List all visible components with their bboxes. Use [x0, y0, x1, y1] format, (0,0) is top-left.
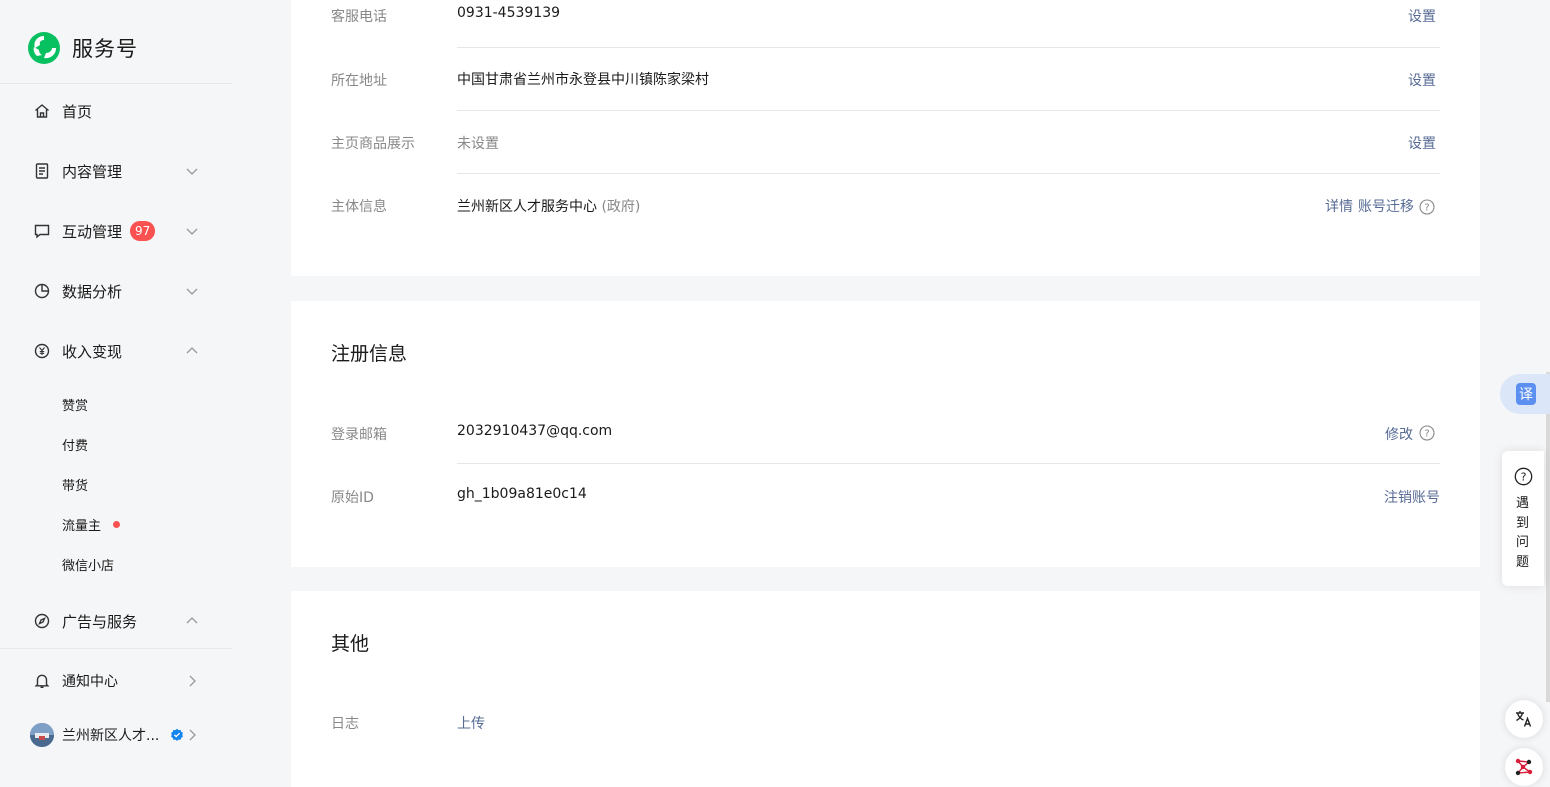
row-divider [457, 173, 1440, 174]
upload-log-link[interactable]: 上传 [457, 713, 485, 733]
brand-divider [0, 83, 232, 84]
translate-tool-button[interactable] [1505, 700, 1543, 738]
brand-name: 服务号 [72, 37, 138, 61]
bell-icon [34, 674, 50, 688]
svg-text:?: ? [1521, 471, 1527, 484]
original-id-value: gh_1b09a81e0c14 [457, 486, 587, 502]
chevron-down-icon [186, 168, 198, 175]
svg-text:?: ? [1424, 203, 1429, 214]
help-panel-text: 遇到问题 [1516, 496, 1530, 570]
app-root: 服务号 首页 内容管理 互动管理 97 数据分析 收入变现 赞赏 付费 带货 流… [0, 0, 1550, 787]
new-dot-badge [113, 520, 120, 528]
sidebar-item-ads[interactable]: 广告与服务 [0, 601, 232, 641]
sidebar-item-data[interactable]: 数据分析 [0, 271, 232, 311]
sidebar-subitem-selling[interactable]: 带货 [0, 469, 232, 499]
scrollbar[interactable] [1546, 372, 1550, 702]
verified-badge-icon [171, 728, 183, 741]
sidebar-subitem-label: 付费 [62, 438, 89, 454]
row-label-original-id: 原始ID [331, 490, 374, 506]
sidebar-subitem-reward[interactable]: 赞赏 [0, 389, 232, 419]
sidebar-subitem-label: 微信小店 [62, 558, 115, 574]
entity-detail-link[interactable]: 详情 [1325, 196, 1353, 216]
modify-email-link[interactable]: 修改 [1385, 424, 1413, 444]
sidebar-item-label: 广告与服务 [62, 612, 138, 631]
chevron-down-icon [186, 288, 198, 295]
sidebar-subitem-label: 流量主 [62, 518, 102, 534]
avatar-image-icon [30, 723, 54, 747]
assistant-tool-button[interactable] [1505, 748, 1543, 786]
other-title: 其他 [331, 633, 370, 655]
wechat-service-logo-icon [28, 32, 60, 64]
translate-icon [1516, 711, 1532, 727]
translate-button[interactable]: 译 [1516, 383, 1536, 405]
svg-text:?: ? [1424, 429, 1429, 440]
account-name: 兰州新区人才... [62, 728, 160, 744]
entity-name: 兰州新区人才服务中心 [457, 199, 597, 215]
address-value: 中国甘肃省兰州市永登县中川镇陈家梁村 [457, 72, 709, 88]
entity-info-value: 兰州新区人才服务中心 (政府) [457, 196, 640, 216]
network-nodes-icon [1515, 758, 1533, 776]
basic-info-card: 客服电话 0931-4539139 设置 所在地址 中国甘肃省兰州市永登县中川镇… [291, 0, 1480, 276]
chevron-right-icon [189, 675, 196, 687]
sidebar-item-label: 通知中心 [62, 674, 118, 690]
row-label-login-email: 登录邮箱 [331, 427, 387, 443]
sidebar-item-notifications[interactable]: 通知中心 [0, 661, 232, 701]
chevron-down-icon [186, 228, 198, 235]
sidebar-item-home[interactable]: 首页 [0, 91, 232, 131]
entity-type: (政府) [601, 199, 641, 215]
homepage-goods-value: 未设置 [457, 136, 499, 152]
service-phone-set-link[interactable]: 设置 [1408, 6, 1436, 26]
deregister-account-link[interactable]: 注销账号 [1384, 487, 1440, 507]
sidebar-subitem-paid[interactable]: 付费 [0, 429, 232, 459]
chevron-up-icon [186, 617, 198, 624]
row-label-address: 所在地址 [331, 73, 387, 89]
other-card: 其他 日志 上传 [291, 591, 1480, 787]
account-migrate-link[interactable]: 账号迁移 [1358, 196, 1414, 216]
yen-coin-icon [34, 343, 50, 359]
row-label-log: 日志 [331, 716, 359, 732]
sidebar-item-income[interactable]: 收入变现 [0, 331, 232, 371]
login-email-value: 2032910437@qq.com [457, 423, 613, 439]
help-panel[interactable]: ? 遇到问题 [1502, 451, 1544, 586]
address-set-link[interactable]: 设置 [1408, 70, 1436, 90]
unread-badge: 97 [130, 221, 156, 241]
sidebar-subitem-label: 带货 [62, 478, 89, 494]
chevron-right-icon [189, 729, 196, 741]
sidebar-item-label: 数据分析 [62, 282, 123, 301]
row-label-service-phone: 客服电话 [331, 9, 387, 25]
sidebar-item-label: 互动管理 [62, 222, 123, 241]
chevron-up-icon [186, 347, 198, 354]
pie-chart-icon [34, 283, 50, 299]
sidebar-item-label: 内容管理 [62, 162, 123, 181]
sidebar-item-content[interactable]: 内容管理 [0, 151, 232, 191]
registration-title: 注册信息 [331, 343, 408, 365]
homepage-goods-set-link[interactable]: 设置 [1408, 133, 1436, 153]
registration-card: 注册信息 登录邮箱 2032910437@qq.com 修改 ? 原始ID gh… [291, 301, 1480, 567]
sidebar-subitem-label: 赞赏 [62, 398, 89, 414]
sidebar-item-label: 首页 [62, 102, 93, 121]
row-divider [457, 47, 1440, 48]
row-divider [457, 110, 1440, 111]
row-label-entity-info: 主体信息 [331, 199, 387, 215]
question-circle-icon[interactable]: ? [1419, 199, 1435, 215]
chat-icon [34, 224, 50, 239]
question-circle-icon[interactable]: ? [1419, 425, 1435, 441]
service-phone-value: 0931-4539139 [457, 5, 561, 21]
sidebar: 服务号 首页 内容管理 互动管理 97 数据分析 收入变现 赞赏 付费 带货 流… [0, 0, 232, 787]
question-circle-icon: ? [1514, 467, 1533, 486]
avatar [30, 723, 54, 747]
sidebar-account[interactable]: 兰州新区人才... [0, 715, 232, 755]
brand[interactable]: 服务号 [26, 30, 138, 66]
sidebar-item-interaction[interactable]: 互动管理 97 [0, 211, 232, 251]
sidebar-subitem-traffic-owner[interactable]: 流量主 [0, 509, 232, 539]
compass-icon [34, 613, 50, 629]
home-icon [35, 104, 49, 118]
sidebar-subitem-wechat-store[interactable]: 微信小店 [0, 549, 232, 579]
row-divider [457, 463, 1440, 464]
sidebar-divider [0, 648, 232, 649]
sidebar-item-label: 收入变现 [62, 342, 123, 361]
row-label-homepage-goods: 主页商品展示 [331, 136, 415, 152]
document-icon [35, 163, 49, 179]
